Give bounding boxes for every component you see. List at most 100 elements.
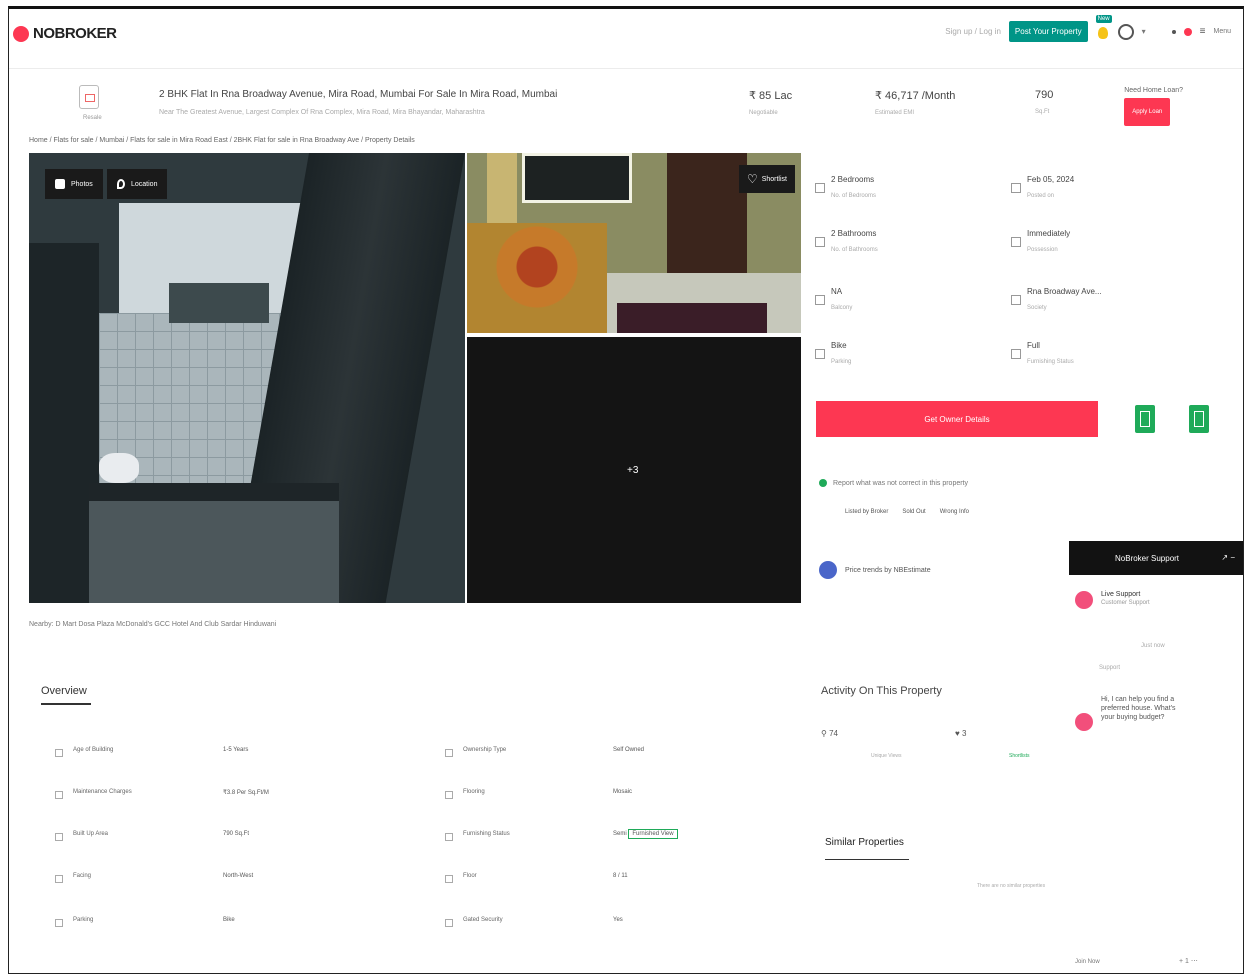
overview-row: Ownership Type Self Owned [445,745,745,765]
overview-value: ₹3.8 Per Sq.Ft/M [223,790,269,796]
detail-label: No. of Bathrooms [831,247,878,253]
user-icon[interactable] [1117,23,1134,40]
overview-value: 1-5 Years [223,747,249,753]
heart-icon: ♡ [746,172,758,186]
menu-label[interactable]: Menu [1213,28,1231,35]
photo-detail [169,283,269,323]
home-loan-box: Need Home Loan? Apply Loan [1124,87,1183,126]
property-type-label: Resale [83,115,102,121]
shortlist-button[interactable]: ♡ Shortlist [738,165,795,193]
location-tab-label: Location [131,180,158,188]
support-controls[interactable]: ↗ − [1221,553,1235,562]
photo-thumb-1[interactable]: ♡ Shortlist [467,153,801,333]
avatar [1075,591,1093,609]
browser-frame: NOBROKER Sign up / Log in Post Your Prop… [8,6,1244,974]
get-owner-details-button[interactable]: Get Owner Details [816,401,1098,437]
new-badge: New [1095,14,1112,23]
views-count: ⚲ 74 [821,729,838,738]
bulb-icon[interactable]: New [1095,14,1112,41]
maintenance-icon [55,791,63,799]
shortlist-label: Shortlist [761,175,787,183]
photo-thumb-more[interactable]: +3 [467,337,801,603]
overview-label: Furnishing Status [463,831,510,837]
overview-row: Facing North-West [55,871,455,891]
floor-icon [445,875,453,883]
overview-label: Ownership Type [463,747,507,753]
overview-value: 8 / 11 [613,873,628,879]
detail-parking: Bike Parking [815,335,955,375]
shortlists-label: Shortlists [1009,753,1030,759]
detail-society[interactable]: Rna Broadway Ave... Society [1011,281,1151,321]
detail-furnishing: Full Furnishing Status [1011,335,1151,375]
report-option-wrong-info[interactable]: Wrong Info [940,509,969,515]
nearby-places: Nearby: D Mart Dosa Plaza McDonald's GCC… [29,621,277,628]
overview-label: Parking [73,917,94,923]
chat-message-text: Hi, I can help you find a preferred hous… [1101,696,1176,721]
calendar-icon [1011,183,1021,193]
nobroker-logo[interactable]: NOBROKER [13,25,117,42]
overview-underline [41,703,91,705]
detail-balcony: NA Balcony [815,281,955,321]
notification-icon[interactable] [1171,29,1176,34]
calculator-icon[interactable] [1135,405,1155,433]
support-chat-header[interactable]: NoBroker Support ↗ − [1069,541,1243,575]
login-link[interactable]: Sign up / Log in [945,27,1001,36]
photos-tab-label: Photos [71,180,93,188]
bath-icon [815,237,825,247]
post-property-button[interactable]: Post Your Property [1008,21,1088,42]
photo-detail [89,501,339,603]
report-options: Listed by Broker Sold Out Wrong Info [845,509,969,515]
detail-label: Possession [1027,247,1058,253]
bike-icon [815,349,825,359]
detail-value: Full [1027,341,1040,350]
views-label: Unique Views [871,753,902,759]
overview-row: Built Up Area 790 Sq.Ft [55,829,455,849]
location-tab[interactable]: Location [107,169,168,199]
eye-icon: ⚲ [821,729,830,738]
overview-value: Yes [613,917,623,923]
chat-controls[interactable]: + 1 ⋯ [1179,957,1198,965]
price-value: ₹ 85 Lac [749,90,793,102]
top-nav: NOBROKER Sign up / Log in Post Your Prop… [9,9,1243,69]
report-option-sold[interactable]: Sold Out [902,509,925,515]
furnished-view-chip[interactable]: Furnished View [628,829,678,839]
area-label: Sq.Ft [1035,109,1050,115]
top-nav-actions: Sign up / Log in Post Your Property New … [945,14,1231,42]
bed-icon [815,183,825,193]
similar-empty-text: There are no similar properties [977,883,1046,889]
agent-name: Live Support [1101,591,1141,598]
similar-underline [825,859,909,860]
area-stat: 790 Sq.Ft [1035,89,1053,115]
detail-label: Society [1027,305,1047,311]
report-section: Report what was not correct in this prop… [819,479,968,487]
overview-label: Maintenance Charges [73,789,132,795]
apply-loan-button[interactable]: Apply Loan [1124,98,1171,126]
main-photo[interactable]: Photos Location [29,153,465,603]
detail-value: Immediately [1027,229,1071,238]
hamburger-icon[interactable]: ≡ [1200,26,1206,37]
logo-text: NOBROKER [33,25,117,42]
cart-icon[interactable] [1183,27,1192,36]
security-guard-icon [445,919,453,927]
detail-value: Rna Broadway Ave... [1027,287,1102,296]
photo-detail [89,483,339,501]
breadcrumb[interactable]: Home / Flats for sale / Mumbai / Flats f… [29,137,415,144]
chevron-down-icon[interactable]: ▾ [1142,27,1146,36]
report-text[interactable]: Report what was not correct in this prop… [833,480,968,487]
join-now-link[interactable]: Join Now [1075,959,1100,965]
report-option-broker[interactable]: Listed by Broker [845,509,888,515]
property-title: 2 BHK Flat In Rna Broadway Avenue, Mira … [159,89,558,100]
detail-value: 2 Bathrooms [831,229,877,238]
chat-agent-label: Support [1099,665,1121,671]
phone-icon[interactable] [1189,405,1209,433]
support-title: NoBroker Support [1115,553,1180,563]
ownership-icon [445,749,453,757]
area-icon [55,833,63,841]
overview-value: Bike [223,917,235,923]
detail-bedrooms: 2 Bedrooms No. of Bedrooms [815,169,955,209]
overview-label: Built Up Area [73,831,109,837]
chat-time: Just now [1141,643,1165,649]
photos-tab[interactable]: Photos [45,169,103,199]
chat-message: Hi, I can help you find a preferred hous… [1075,695,1191,731]
price-trends[interactable]: Price trends by NBEstimate [819,561,931,579]
